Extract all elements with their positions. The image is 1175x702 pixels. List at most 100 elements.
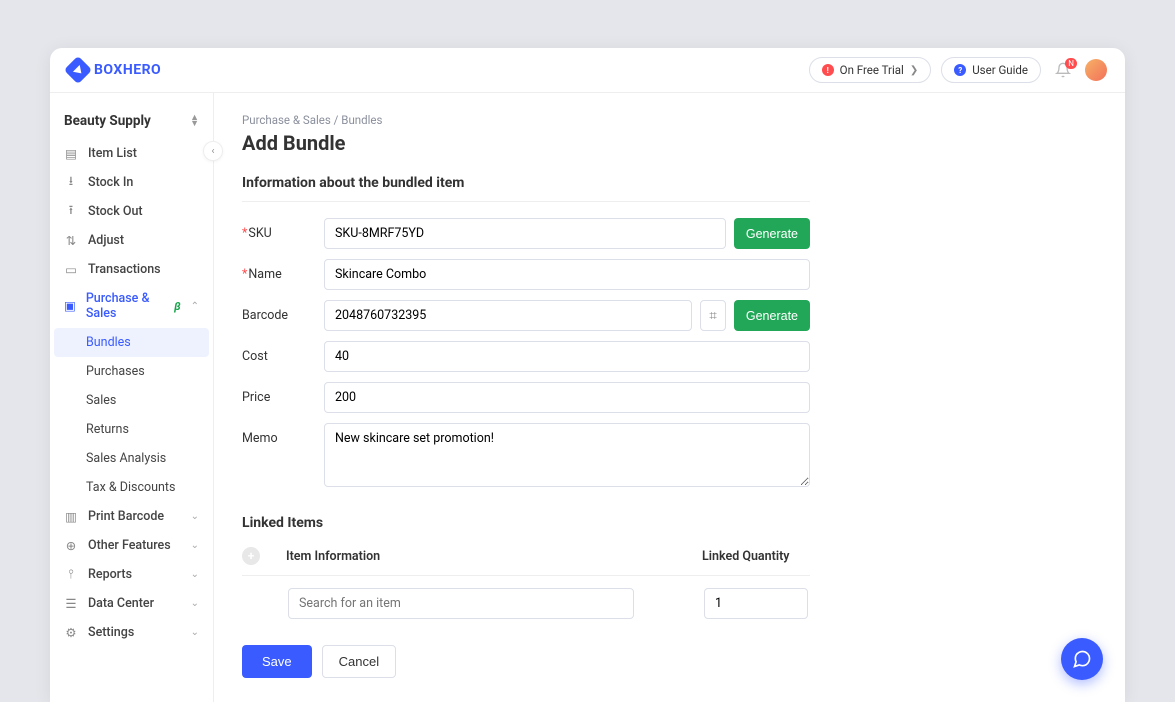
free-trial-label: On Free Trial xyxy=(840,63,904,77)
col-item-info: Item Information xyxy=(286,549,702,564)
sku-input[interactable] xyxy=(324,218,726,249)
nav-data-center[interactable]: ☰ Data Center ⌄ xyxy=(50,589,213,618)
chevron-down-icon: ⌄ xyxy=(191,569,199,580)
nav-item-list[interactable]: ▤ Item List xyxy=(50,139,213,168)
help-dot-icon: ? xyxy=(954,64,966,76)
chat-fab-button[interactable] xyxy=(1061,638,1103,680)
nav-other-features[interactable]: ⊕ Other Features ⌄ xyxy=(50,531,213,560)
label-name: Name xyxy=(242,259,324,282)
nav-transactions[interactable]: ▭ Transactions xyxy=(50,255,213,284)
notifications-button[interactable]: N xyxy=(1055,62,1071,78)
chevron-down-icon: ⌄ xyxy=(191,598,199,609)
main-content: Purchase & Sales / Bundles Add Bundle In… xyxy=(214,93,1125,702)
swap-icon: ⇅ xyxy=(64,234,78,248)
subnav-sales[interactable]: Sales xyxy=(50,386,213,415)
topbar: BOXHERO ! On Free Trial ❯ ? User Guide N xyxy=(50,48,1125,93)
receipt-icon: ▭ xyxy=(64,263,78,277)
nav-label: Adjust xyxy=(88,233,124,248)
avatar[interactable] xyxy=(1085,59,1107,81)
generate-sku-button[interactable]: Generate xyxy=(734,218,810,249)
list-icon: ▤ xyxy=(64,147,78,161)
chevron-right-icon: ❯ xyxy=(910,65,918,76)
free-trial-pill[interactable]: ! On Free Trial ❯ xyxy=(809,57,932,83)
price-input[interactable] xyxy=(324,382,810,413)
alert-dot-icon: ! xyxy=(822,64,834,76)
nav-purchase-sales-sub: Bundles Purchases Sales Returns Sales An… xyxy=(50,328,213,502)
chevron-down-icon: ⌄ xyxy=(191,627,199,638)
section-info-title: Information about the bundled item xyxy=(242,175,810,202)
workspace-switcher[interactable]: Beauty Supply ▲▼ xyxy=(50,99,213,139)
label-memo: Memo xyxy=(242,423,324,446)
gear-icon: ⚙ xyxy=(64,626,78,640)
cart-icon: ▣ xyxy=(64,299,76,313)
nav-purchase-sales[interactable]: ▣ Purchase & Sales β ⌃ xyxy=(50,284,213,328)
name-input[interactable] xyxy=(324,259,810,290)
sort-icon: ▲▼ xyxy=(190,115,199,127)
upload-icon: ⭱ xyxy=(64,205,78,219)
barcode-icon: ▥ xyxy=(64,510,78,524)
subnav-bundles[interactable]: Bundles xyxy=(54,328,209,357)
col-linked-qty: Linked Quantity xyxy=(702,549,810,564)
chevron-up-icon: ⌃ xyxy=(191,301,199,312)
nav-label: Reports xyxy=(88,567,132,582)
user-guide-pill[interactable]: ? User Guide xyxy=(941,57,1041,83)
nav-stock-in[interactable]: ⭳ Stock In xyxy=(50,168,213,197)
chevron-left-icon: ‹ xyxy=(211,146,214,157)
crumb-bundles[interactable]: Bundles xyxy=(341,113,382,127)
nav-label: Print Barcode xyxy=(88,509,164,524)
collapse-sidebar-button[interactable]: ‹ xyxy=(203,141,223,161)
nav-label: Purchase & Sales xyxy=(86,291,164,321)
nav-label: Data Center xyxy=(88,596,154,611)
nav-label: Stock In xyxy=(88,175,133,190)
crumb-sep: / xyxy=(334,113,339,127)
user-guide-label: User Guide xyxy=(972,63,1028,77)
database-icon: ☰ xyxy=(64,597,78,611)
add-linked-item-button[interactable]: + xyxy=(242,547,260,565)
page-title: Add Bundle xyxy=(242,131,1097,155)
cost-input[interactable] xyxy=(324,341,810,372)
nav-label: Settings xyxy=(88,625,134,640)
save-button[interactable]: Save xyxy=(242,645,312,678)
linked-item-row xyxy=(242,588,810,619)
label-cost: Cost xyxy=(242,341,324,364)
chart-icon: ⫯ xyxy=(64,568,78,582)
chat-icon xyxy=(1072,649,1092,669)
label-sku: SKU xyxy=(242,218,324,241)
crumb-purchase-sales[interactable]: Purchase & Sales xyxy=(242,113,331,127)
brand-logo[interactable]: BOXHERO xyxy=(68,60,161,80)
linked-items-header: + Item Information Linked Quantity xyxy=(242,547,810,576)
nav-stock-out[interactable]: ⭱ Stock Out xyxy=(50,197,213,226)
subnav-purchases[interactable]: Purchases xyxy=(50,357,213,386)
scan-barcode-button[interactable]: ⌗ xyxy=(700,300,726,331)
app-window: BOXHERO ! On Free Trial ❯ ? User Guide N… xyxy=(50,48,1125,702)
cancel-button[interactable]: Cancel xyxy=(322,645,396,678)
logo-mark-icon xyxy=(64,56,92,84)
label-price: Price xyxy=(242,382,324,405)
nav-print-barcode[interactable]: ▥ Print Barcode ⌄ xyxy=(50,502,213,531)
generate-barcode-button[interactable]: Generate xyxy=(734,300,810,331)
brand-text: BOXHERO xyxy=(94,62,161,78)
nav-adjust[interactable]: ⇅ Adjust xyxy=(50,226,213,255)
nav-label: Other Features xyxy=(88,538,171,553)
label-barcode: Barcode xyxy=(242,300,324,323)
section-linked-title: Linked Items xyxy=(242,515,810,537)
barcode-input[interactable] xyxy=(324,300,692,331)
memo-textarea[interactable]: New skincare set promotion! xyxy=(324,423,810,487)
linked-qty-input[interactable] xyxy=(704,588,808,619)
linked-item-search[interactable] xyxy=(288,588,634,619)
notif-badge: N xyxy=(1065,58,1077,69)
nav-label: Item List xyxy=(88,146,137,161)
plus-circle-icon: ⊕ xyxy=(64,539,78,553)
subnav-sales-analysis[interactable]: Sales Analysis xyxy=(50,444,213,473)
breadcrumb: Purchase & Sales / Bundles xyxy=(242,113,1097,127)
beta-badge: β xyxy=(174,300,180,313)
nav-settings[interactable]: ⚙ Settings ⌄ xyxy=(50,618,213,647)
subnav-returns[interactable]: Returns xyxy=(50,415,213,444)
sidebar: Beauty Supply ▲▼ ‹ ▤ Item List ⭳ Stock I… xyxy=(50,93,214,702)
chevron-down-icon: ⌄ xyxy=(191,511,199,522)
scan-icon: ⌗ xyxy=(709,308,717,324)
download-icon: ⭳ xyxy=(64,176,78,190)
workspace-name: Beauty Supply xyxy=(64,113,151,129)
nav-reports[interactable]: ⫯ Reports ⌄ xyxy=(50,560,213,589)
subnav-tax-discounts[interactable]: Tax & Discounts xyxy=(50,473,213,502)
